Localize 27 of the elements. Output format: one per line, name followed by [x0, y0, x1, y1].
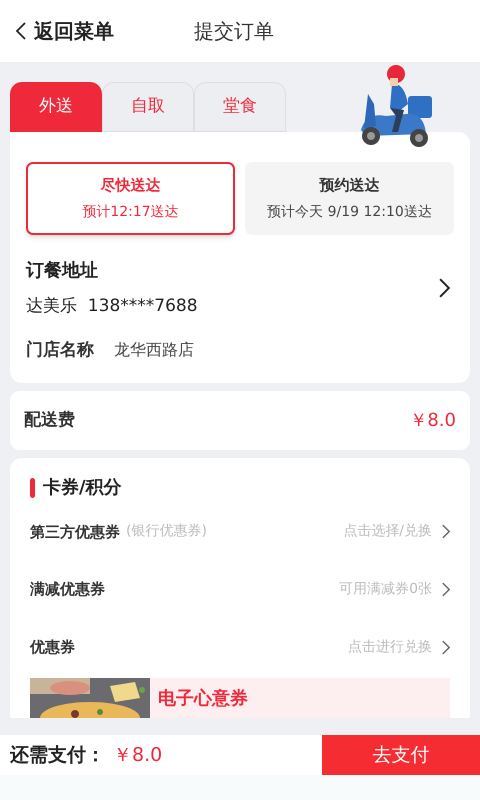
tab[interactable]: 自取 — [102, 82, 194, 132]
store-name: 龙华西路店 — [114, 339, 194, 362]
fee-amount: ￥8.0 — [409, 409, 456, 433]
chevron-right-icon — [442, 640, 450, 655]
address-contact: 达美乐 138****7688 — [26, 295, 198, 318]
back-icon — [16, 22, 26, 40]
chevron-right-icon — [442, 524, 450, 540]
tab[interactable]: 堂食 — [194, 82, 286, 132]
total-amount: ￥8.0 — [113, 742, 162, 768]
back-button[interactable]: 返回菜单 — [16, 16, 186, 46]
section-marker — [30, 478, 35, 498]
gift-card-title: 电子心意券 — [158, 686, 248, 711]
total-label: 还需支付： — [10, 742, 105, 768]
store-label: 门店名称 — [26, 338, 94, 362]
fee-label: 配送费 — [24, 408, 75, 432]
coupon-row[interactable]: 第三方优惠券 (银行优惠券) 点击选择/兑换 — [30, 503, 450, 561]
coupon-row[interactable]: 优惠券 点击进行兑换 — [30, 618, 450, 676]
coupon-row[interactable]: 满减优惠券 可用满减券0张 — [30, 560, 450, 618]
pay-button[interactable]: 去支付 — [322, 735, 480, 775]
chevron-right-icon — [442, 582, 450, 597]
tab[interactable]: 外送 — [10, 82, 102, 132]
address-label: 订餐地址 — [26, 259, 99, 283]
delivery-option[interactable]: 尽快送达 预计12:17送达 — [26, 162, 235, 235]
page-title: 提交订单 — [194, 18, 274, 45]
section-title: 卡券/积分 — [43, 476, 122, 500]
chevron-right-icon — [439, 278, 450, 298]
delivery-option[interactable]: 预约送达 预计今天 9/19 12:10送达 — [245, 162, 454, 235]
